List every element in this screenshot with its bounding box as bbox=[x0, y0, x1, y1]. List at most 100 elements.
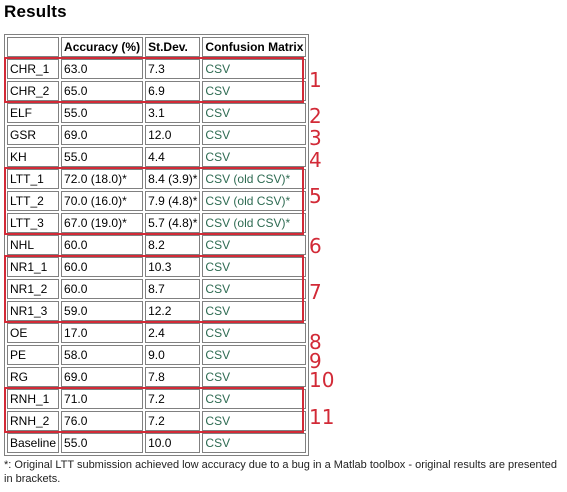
table-row: KH 55.0 4.4 CSV bbox=[7, 147, 307, 167]
annotation-number-11: 11 bbox=[309, 405, 335, 429]
header-stdev: St.Dev. bbox=[145, 37, 201, 57]
table-row: CHR_1 63.0 7.3 CSV bbox=[7, 59, 307, 79]
accuracy-cell: 72.0 (18.0)* bbox=[61, 169, 144, 189]
accuracy-cell: 60.0 bbox=[61, 235, 144, 255]
stdev-cell: 7.3 bbox=[145, 59, 201, 79]
csv-link[interactable]: CSV bbox=[202, 103, 307, 123]
csv-link[interactable]: CSV (old CSV)* bbox=[202, 169, 307, 189]
accuracy-cell: 69.0 bbox=[61, 367, 144, 387]
table-row: LTT_1 72.0 (18.0)* 8.4 (3.9)* CSV (old CSV)… bbox=[7, 169, 307, 189]
table-row: LTT_3 67.0 (19.0)* 5.7 (4.8)* CSV (old CSV)… bbox=[7, 213, 307, 233]
csv-link[interactable]: CSV bbox=[202, 389, 307, 409]
csv-link[interactable]: CSV bbox=[202, 279, 307, 299]
csv-link[interactable]: CSV bbox=[202, 433, 307, 453]
header-cell-blank bbox=[7, 37, 60, 57]
row-name-cell: LTT_3 bbox=[7, 213, 60, 233]
annotation-number-6: 6 bbox=[309, 234, 322, 258]
row-name-cell: CHR_1 bbox=[7, 59, 60, 79]
accuracy-cell: 60.0 bbox=[61, 257, 144, 277]
table-row: CHR_2 65.0 6.9 CSV bbox=[7, 81, 307, 101]
csv-link[interactable]: CSV bbox=[202, 59, 307, 79]
csv-link[interactable]: CSV bbox=[202, 235, 307, 255]
table-row: RG 69.0 7.8 CSV bbox=[7, 367, 307, 387]
row-name-cell: NHL bbox=[7, 235, 60, 255]
row-name-cell: LTT_1 bbox=[7, 169, 60, 189]
stdev-cell: 6.9 bbox=[145, 81, 201, 101]
table-row: NR1_2 60.0 8.7 CSV bbox=[7, 279, 307, 299]
accuracy-cell: 63.0 bbox=[61, 59, 144, 79]
stdev-cell: 12.2 bbox=[145, 301, 201, 321]
accuracy-cell: 55.0 bbox=[61, 147, 144, 167]
table-row: GSR 69.0 12.0 CSV bbox=[7, 125, 307, 145]
row-name-cell: NR1_1 bbox=[7, 257, 60, 277]
accuracy-cell: 60.0 bbox=[61, 279, 144, 299]
footnote: *: Original LTT submission achieved low … bbox=[4, 459, 557, 485]
accuracy-cell: 71.0 bbox=[61, 389, 144, 409]
row-name-cell: NR1_2 bbox=[7, 279, 60, 299]
csv-link[interactable]: CSV (old CSV)* bbox=[202, 191, 307, 211]
csv-link[interactable]: CSV bbox=[202, 125, 307, 145]
stdev-cell: 10.3 bbox=[145, 257, 201, 277]
stdev-cell: 12.0 bbox=[145, 125, 201, 145]
csv-link[interactable]: CSV bbox=[202, 323, 307, 343]
annotation-number-3: 3 bbox=[309, 126, 322, 150]
csv-link[interactable]: CSV bbox=[202, 301, 307, 321]
stdev-cell: 8.2 bbox=[145, 235, 201, 255]
page-title: Results bbox=[4, 2, 67, 21]
csv-link[interactable]: CSV bbox=[202, 257, 307, 277]
row-name-cell: NR1_3 bbox=[7, 301, 60, 321]
annotation-number-4: 4 bbox=[309, 148, 322, 172]
accuracy-cell: 55.0 bbox=[61, 433, 144, 453]
row-name-cell: RNH_2 bbox=[7, 411, 60, 431]
stdev-cell: 2.4 bbox=[145, 323, 201, 343]
csv-link[interactable]: CSV (old CSV)* bbox=[202, 213, 307, 233]
row-name-cell: KH bbox=[7, 147, 60, 167]
row-name-cell: PE bbox=[7, 345, 60, 365]
stdev-cell: 7.8 bbox=[145, 367, 201, 387]
annotation-number-1: 1 bbox=[309, 68, 322, 92]
stdev-cell: 10.0 bbox=[145, 433, 201, 453]
annotation-number-5: 5 bbox=[309, 184, 322, 208]
row-name-cell: RG bbox=[7, 367, 60, 387]
stdev-cell: 8.4 (3.9)* bbox=[145, 169, 201, 189]
stdev-cell: 7.2 bbox=[145, 389, 201, 409]
table-row: NR1_3 59.0 12.2 CSV bbox=[7, 301, 307, 321]
accuracy-cell: 67.0 (19.0)* bbox=[61, 213, 144, 233]
row-name-cell: ELF bbox=[7, 103, 60, 123]
table-row: OE 17.0 2.4 CSV bbox=[7, 323, 307, 343]
accuracy-cell: 76.0 bbox=[61, 411, 144, 431]
csv-link[interactable]: CSV bbox=[202, 147, 307, 167]
table-header-row: Accuracy (%) St.Dev. Confusion Matrix bbox=[7, 37, 307, 57]
row-name-cell: OE bbox=[7, 323, 60, 343]
csv-link[interactable]: CSV bbox=[202, 81, 307, 101]
table-row: NHL 60.0 8.2 CSV bbox=[7, 235, 307, 255]
table-row: LTT_2 70.0 (16.0)* 7.9 (4.8)* CSV (old CSV)… bbox=[7, 191, 307, 211]
stdev-cell: 7.9 (4.8)* bbox=[145, 191, 201, 211]
row-name-cell: RNH_1 bbox=[7, 389, 60, 409]
table-row: ELF 55.0 3.1 CSV bbox=[7, 103, 307, 123]
csv-link[interactable]: CSV bbox=[202, 367, 307, 387]
accuracy-cell: 55.0 bbox=[61, 103, 144, 123]
accuracy-cell: 58.0 bbox=[61, 345, 144, 365]
csv-link[interactable]: CSV bbox=[202, 411, 307, 431]
annotation-number-10: 10 bbox=[309, 368, 335, 392]
stdev-cell: 8.7 bbox=[145, 279, 201, 299]
accuracy-cell: 59.0 bbox=[61, 301, 144, 321]
table-row: RNH_2 76.0 7.2 CSV bbox=[7, 411, 307, 431]
table-row: RNH_1 71.0 7.2 CSV bbox=[7, 389, 307, 409]
stdev-cell: 5.7 (4.8)* bbox=[145, 213, 201, 233]
accuracy-cell: 69.0 bbox=[61, 125, 144, 145]
row-name-cell: Baseline bbox=[7, 433, 60, 453]
header-accuracy: Accuracy (%) bbox=[61, 37, 144, 57]
results-table: Accuracy (%) St.Dev. Confusion Matrix CH… bbox=[4, 34, 310, 456]
csv-link[interactable]: CSV bbox=[202, 345, 307, 365]
stdev-cell: 7.2 bbox=[145, 411, 201, 431]
row-name-cell: GSR bbox=[7, 125, 60, 145]
accuracy-cell: 65.0 bbox=[61, 81, 144, 101]
table-row: PE 58.0 9.0 CSV bbox=[7, 345, 307, 365]
header-confusion-matrix: Confusion Matrix bbox=[202, 37, 307, 57]
row-name-cell: CHR_2 bbox=[7, 81, 60, 101]
annotation-number-2: 2 bbox=[309, 104, 322, 128]
stdev-cell: 9.0 bbox=[145, 345, 201, 365]
stdev-cell: 4.4 bbox=[145, 147, 201, 167]
